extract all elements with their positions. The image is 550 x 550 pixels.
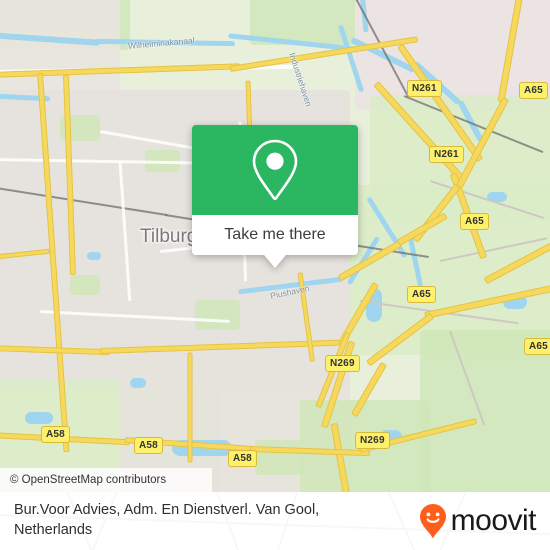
road-shield: N261 <box>407 80 442 97</box>
road-shield: N269 <box>325 355 360 372</box>
attribution-text: © OpenStreetMap contributors <box>10 474 167 486</box>
callout-header <box>192 125 358 215</box>
road-shield: A65 <box>524 338 550 355</box>
water-body <box>130 378 146 388</box>
water-body <box>87 252 101 260</box>
water-body <box>25 412 53 424</box>
road-shield: A58 <box>134 437 163 454</box>
road-shield: N269 <box>355 432 390 449</box>
take-me-there-label: Take me there <box>224 226 326 243</box>
map-pin-icon <box>252 139 298 201</box>
map-screenshot: N261 A65 N261 A65 A65 A65 N269 N269 A58 … <box>0 0 550 550</box>
road-shield: A65 <box>519 82 548 99</box>
moovit-wordmark: moovit <box>450 504 537 537</box>
footer-bar: Bur.Voor Advies, Adm. En Dienstverl. Van… <box>0 492 550 550</box>
road-major <box>187 352 193 463</box>
road-shield: A65 <box>460 213 489 230</box>
city-label-tilburg: Tilburg <box>140 226 198 247</box>
callout-tail <box>264 255 286 268</box>
take-me-there-button[interactable]: Take me there <box>192 215 358 255</box>
landuse-park <box>255 440 305 475</box>
location-callout-card[interactable]: Take me there <box>192 125 358 268</box>
caption-line-1: Bur.Voor Advies, Adm. En Dienstverl. Van… <box>14 502 320 519</box>
landuse-park <box>70 275 100 295</box>
landuse-park <box>195 300 240 330</box>
road-shield: N261 <box>429 146 464 163</box>
moovit-smiley-pin-icon <box>419 504 446 538</box>
road-shield: A58 <box>41 426 70 443</box>
road-shield: A58 <box>228 450 257 467</box>
caption-line-2: Netherlands <box>14 522 93 538</box>
road-shield: A65 <box>407 286 436 303</box>
location-caption: Bur.Voor Advies, Adm. En Dienstverl. Van… <box>14 501 319 540</box>
moovit-logo[interactable]: moovit <box>418 503 537 539</box>
attribution-bar: © OpenStreetMap contributors <box>0 468 212 492</box>
